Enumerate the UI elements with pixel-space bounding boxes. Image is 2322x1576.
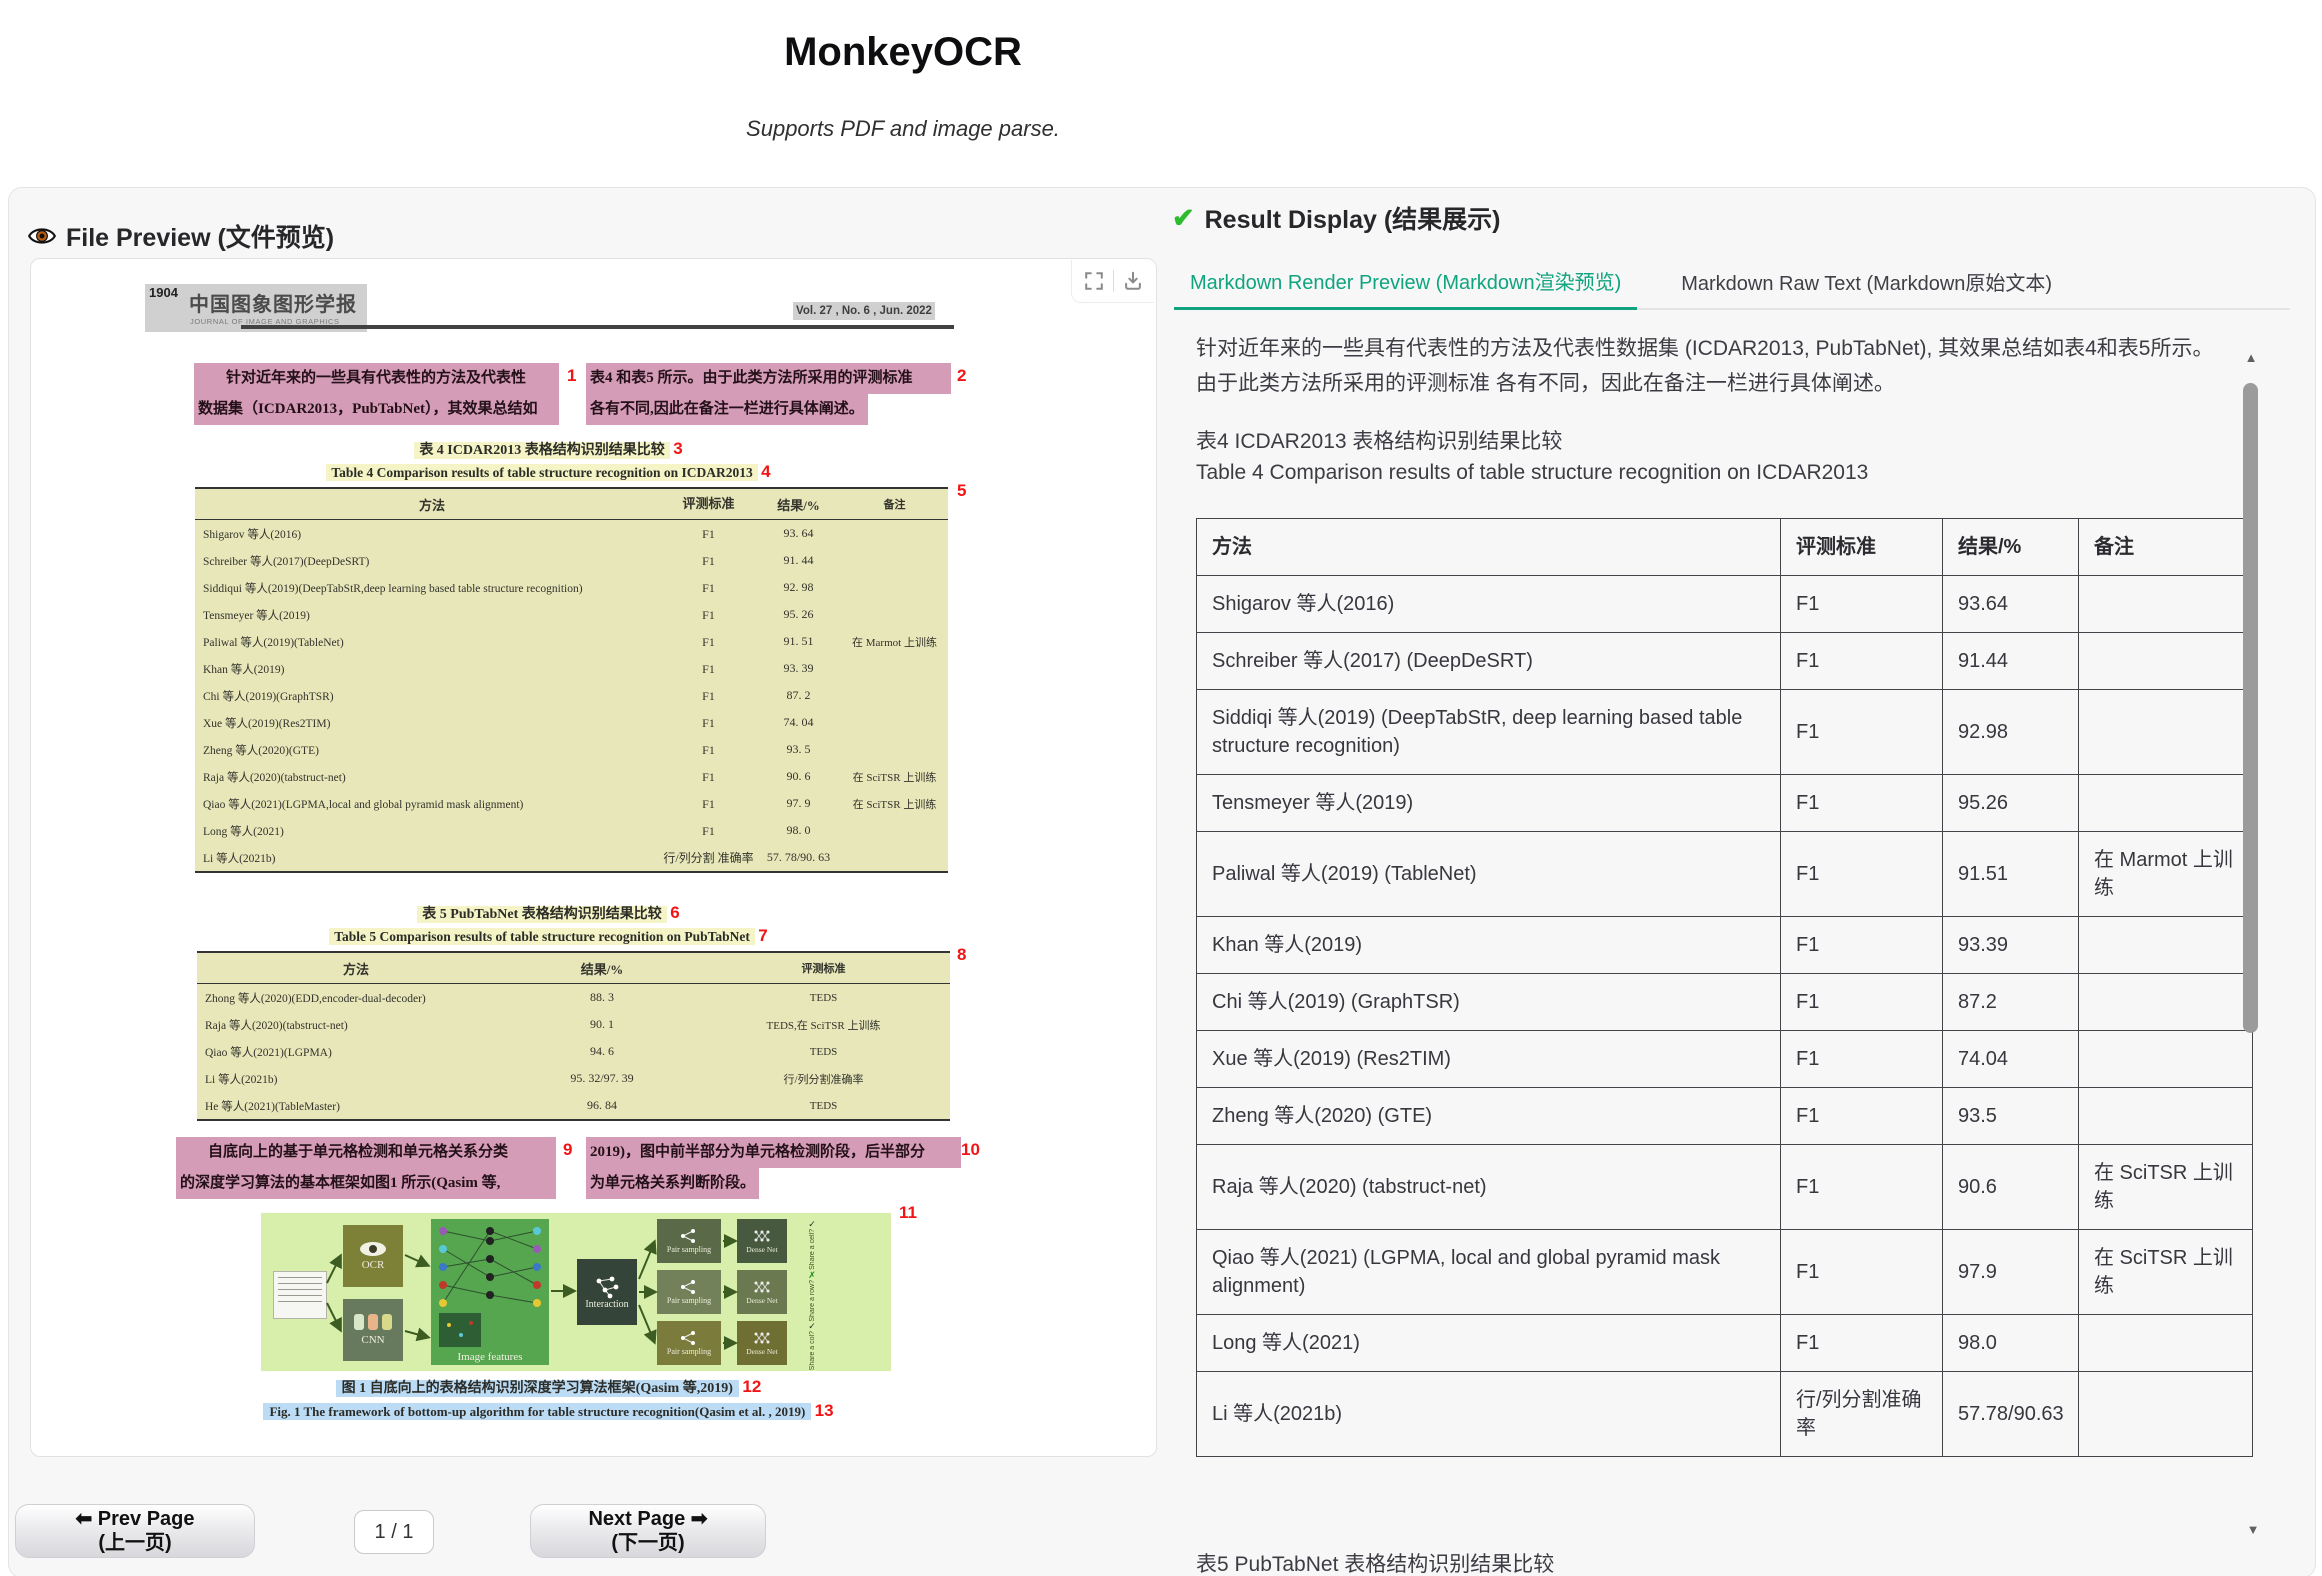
preview-table-row: Raja 等人(2020)(tabstruct-net) 90. 1 TEDS,… — [197, 1011, 950, 1038]
preview-table-row: Paliwal 等人(2019)(TableNet) F1 91. 51 在 M… — [195, 628, 948, 655]
fullscreen-icon[interactable] — [1083, 270, 1105, 292]
annotation-5: 5 — [957, 481, 966, 501]
file-preview-box: 1904 中国图象图形学报 JOURNAL OF IMAGE AND GRAPH… — [30, 258, 1157, 1457]
annotation-9: 9 — [563, 1140, 572, 1160]
prev-page-button[interactable]: ⬅ Prev Page (上一页) — [15, 1504, 255, 1558]
preview-table-row: Zheng 等人(2020)(GTE) F1 93. 5 — [195, 736, 948, 763]
table5-caption-en: Table 5 Comparison results of table stru… — [131, 926, 966, 946]
result-display-title: Result Display (结果展示) — [1205, 200, 1501, 236]
preview-table-row: Tensmeyer 等人(2019) F1 95. 26 — [195, 601, 948, 628]
figure-caption-en: Fig. 1 The framework of bottom-up algori… — [131, 1401, 966, 1421]
result-table-row: Xue 等人(2019) (Res2TIM) F1 74.04 — [1197, 1031, 2253, 1088]
preview-table5-body: Zhong 等人(2020)(EDD,encoder-dual-decoder)… — [197, 984, 950, 1119]
result-table-row: Long 等人(2021) F1 98.0 — [1197, 1315, 2253, 1372]
table4-caption-en: Table 4 Comparison results of table stru… — [131, 462, 966, 482]
result-table-row: Tensmeyer 等人(2019) F1 95.26 — [1197, 775, 2253, 832]
result-table-header-row: 方法 评测标准 结果/% 备注 — [1197, 519, 2253, 576]
file-preview-header: File Preview (文件预览) — [28, 218, 334, 254]
result-table-body: Shigarov 等人(2016) F1 93.64 Schreiber 等人(… — [1197, 576, 2253, 1457]
annotation-12: 12 — [742, 1377, 761, 1396]
result-table-row: Paliwal 等人(2019) (TableNet) F1 91.51 在 M… — [1197, 832, 2253, 917]
scroll-down-icon[interactable]: ▼ — [2245, 1522, 2261, 1537]
result-table-row: Qiao 等人(2021) (LGPMA, local and global p… — [1197, 1230, 2253, 1315]
annotation-6: 6 — [670, 903, 679, 922]
annotation-10: 10 — [961, 1140, 980, 1160]
check-icon: ✔ — [1172, 205, 1195, 232]
result-table-row: Zheng 等人(2020) (GTE) F1 93.5 — [1197, 1088, 2253, 1145]
annotation-13: 13 — [815, 1401, 834, 1420]
highlighted-paragraph-1-col1: 针对近年来的一些具有代表性的方法及代表性 数据集（ICDAR2013，PubTa… — [194, 363, 559, 425]
result-table-row: Khan 等人(2019) F1 93.39 — [1197, 917, 2253, 974]
result-tabs: Markdown Render Preview (Markdown渲染预览) M… — [1174, 260, 2290, 310]
result-table: 方法 评测标准 结果/% 备注 Shigarov 等人(2016) F1 93.… — [1196, 518, 2253, 1457]
preview-table-row: Qiao 等人(2021)(LGPMA) 94. 6 TEDS — [197, 1038, 950, 1065]
scrollbar-thumb[interactable] — [2243, 383, 2258, 1033]
annotation-7: 7 — [758, 926, 767, 945]
annotation-2: 2 — [957, 366, 966, 386]
preview-table-row: Li 等人(2021b) 行/列分割 准确率 57. 78/90. 63 — [195, 844, 948, 871]
preview-table-row: Schreiber 等人(2017)(DeepDeSRT) F1 91. 44 — [195, 547, 948, 574]
file-preview-title: File Preview (文件预览) — [66, 218, 334, 254]
figure-caption-zh: 图 1 自底向上的表格结构识别深度学习算法框架(Qasim 等,2019) 12 — [131, 1377, 966, 1397]
result-table-row: Schreiber 等人(2017) (DeepDeSRT) F1 91.44 — [1197, 633, 2253, 690]
next-section-partial-text: 表5 PubTabNet 表格结构识别结果比较 — [1196, 1548, 1554, 1576]
page-title: MonkeyOCR — [0, 30, 1806, 75]
monkeyocr-app: MonkeyOCR Supports PDF and image parse. … — [0, 0, 2322, 1576]
journal-page-number: 1904 — [149, 285, 178, 300]
figure-arrows — [261, 1213, 891, 1371]
page-indicator: 1 / 1 — [354, 1510, 434, 1554]
preview-table-row: Zhong 等人(2020)(EDD,encoder-dual-decoder)… — [197, 984, 950, 1011]
preview-table5: 方法 结果/% 评测标准 Zhong 等人(2020)(EDD,encoder-… — [197, 951, 950, 1121]
highlighted-paragraph-1-col2: 表4 和表5 所示。由于此类方法所采用的评测标准 各有不同,因此在备注一栏进行具… — [586, 363, 951, 425]
preview-table-row: Raja 等人(2020)(tabstruct-net) F1 90. 6 在 … — [195, 763, 948, 790]
toolbar-divider — [1113, 270, 1114, 292]
preview-toolbar — [1071, 260, 1154, 303]
journal-issue: Vol. 27 , No. 6 , Jun. 2022 — [793, 302, 935, 320]
markdown-paragraph: 针对近年来的一些具有代表性的方法及代表性数据集 (ICDAR2013, PubT… — [1196, 332, 2218, 401]
table4-caption-zh: 表 4 ICDAR2013 表格结构识别结果比较 3 — [131, 439, 966, 459]
document-page: 1904 中国图象图形学报 JOURNAL OF IMAGE AND GRAPH… — [131, 281, 966, 1441]
preview-table4-header: 方法 评测标准 结果/% 备注 — [195, 489, 948, 520]
preview-table5-header: 方法 结果/% 评测标准 — [197, 953, 950, 984]
markdown-table-caption: 表4 ICDAR2013 表格结构识别结果比较 Table 4 Comparis… — [1196, 426, 1868, 488]
annotation-1: 1 — [567, 366, 576, 386]
scroll-up-icon[interactable]: ▲ — [2243, 350, 2259, 365]
annotation-3: 3 — [673, 439, 682, 458]
journal-name: 中国图象图形学报 — [189, 288, 357, 317]
preview-table-row: Li 等人(2021b) 95. 32/97. 39 行/列分割准确率 — [197, 1065, 950, 1092]
preview-table4-body: Shigarov 等人(2016) F1 93. 64 Schreiber 等人… — [195, 520, 948, 871]
result-table-row: Chi 等人(2019) (GraphTSR) F1 87.2 — [1197, 974, 2253, 1031]
result-table-row: Shigarov 等人(2016) F1 93.64 — [1197, 576, 2253, 633]
annotation-4: 4 — [761, 462, 770, 481]
highlighted-paragraph-2-col2: 2019)，图中前半部分为单元格检测阶段，后半部分 为单元格关系判断阶段。 — [586, 1137, 961, 1199]
preview-table-row: Khan 等人(2019) F1 93. 39 — [195, 655, 948, 682]
preview-table-row: Siddiqui 等人(2019)(DeepTabStR,deep learni… — [195, 574, 948, 601]
result-table-row: Li 等人(2021b) 行/列分割准确率 57.78/90.63 — [1197, 1372, 2253, 1457]
preview-table-row: Qiao 等人(2021)(LGPMA,local and global pyr… — [195, 790, 948, 817]
next-page-button[interactable]: Next Page ➡ (下一页) — [530, 1504, 766, 1558]
result-table-row: Raja 等人(2020) (tabstruct-net) F1 90.6 在 … — [1197, 1145, 2253, 1230]
result-table-row: Siddiqi 等人(2019) (DeepTabStR, deep learn… — [1197, 690, 2253, 775]
tab-markdown-render-preview[interactable]: Markdown Render Preview (Markdown渲染预览) — [1174, 260, 1637, 310]
eye-icon — [28, 222, 56, 250]
preview-table-row: Xue 等人(2019)(Res2TIM) F1 74. 04 — [195, 709, 948, 736]
page-subtitle: Supports PDF and image parse. — [0, 116, 1806, 142]
result-display-header: ✔ Result Display (结果展示) — [1172, 200, 1501, 236]
table5-caption-zh: 表 5 PubTabNet 表格结构识别结果比较 6 — [131, 903, 966, 923]
figure-1: OCR CNN — [261, 1213, 891, 1371]
annotation-8: 8 — [957, 945, 966, 965]
preview-table4: 方法 评测标准 结果/% 备注 Shigarov 等人(2016) F1 93.… — [195, 487, 948, 873]
journal-rule — [241, 325, 954, 329]
tab-markdown-raw-text[interactable]: Markdown Raw Text (Markdown原始文本) — [1665, 261, 2068, 308]
highlighted-paragraph-2-col1: 自底向上的基于单元格检测和单元格关系分类 的深度学习算法的基本框架如图1 所示(… — [176, 1137, 556, 1199]
download-icon[interactable] — [1122, 270, 1144, 292]
preview-table-row: Shigarov 等人(2016) F1 93. 64 — [195, 520, 948, 547]
preview-table-row: Long 等人(2021) F1 98. 0 — [195, 817, 948, 844]
preview-table-row: Chi 等人(2019)(GraphTSR) F1 87. 2 — [195, 682, 948, 709]
annotation-11: 11 — [899, 1203, 917, 1223]
preview-table-row: He 等人(2021)(TableMaster) 96. 84 TEDS — [197, 1092, 950, 1119]
